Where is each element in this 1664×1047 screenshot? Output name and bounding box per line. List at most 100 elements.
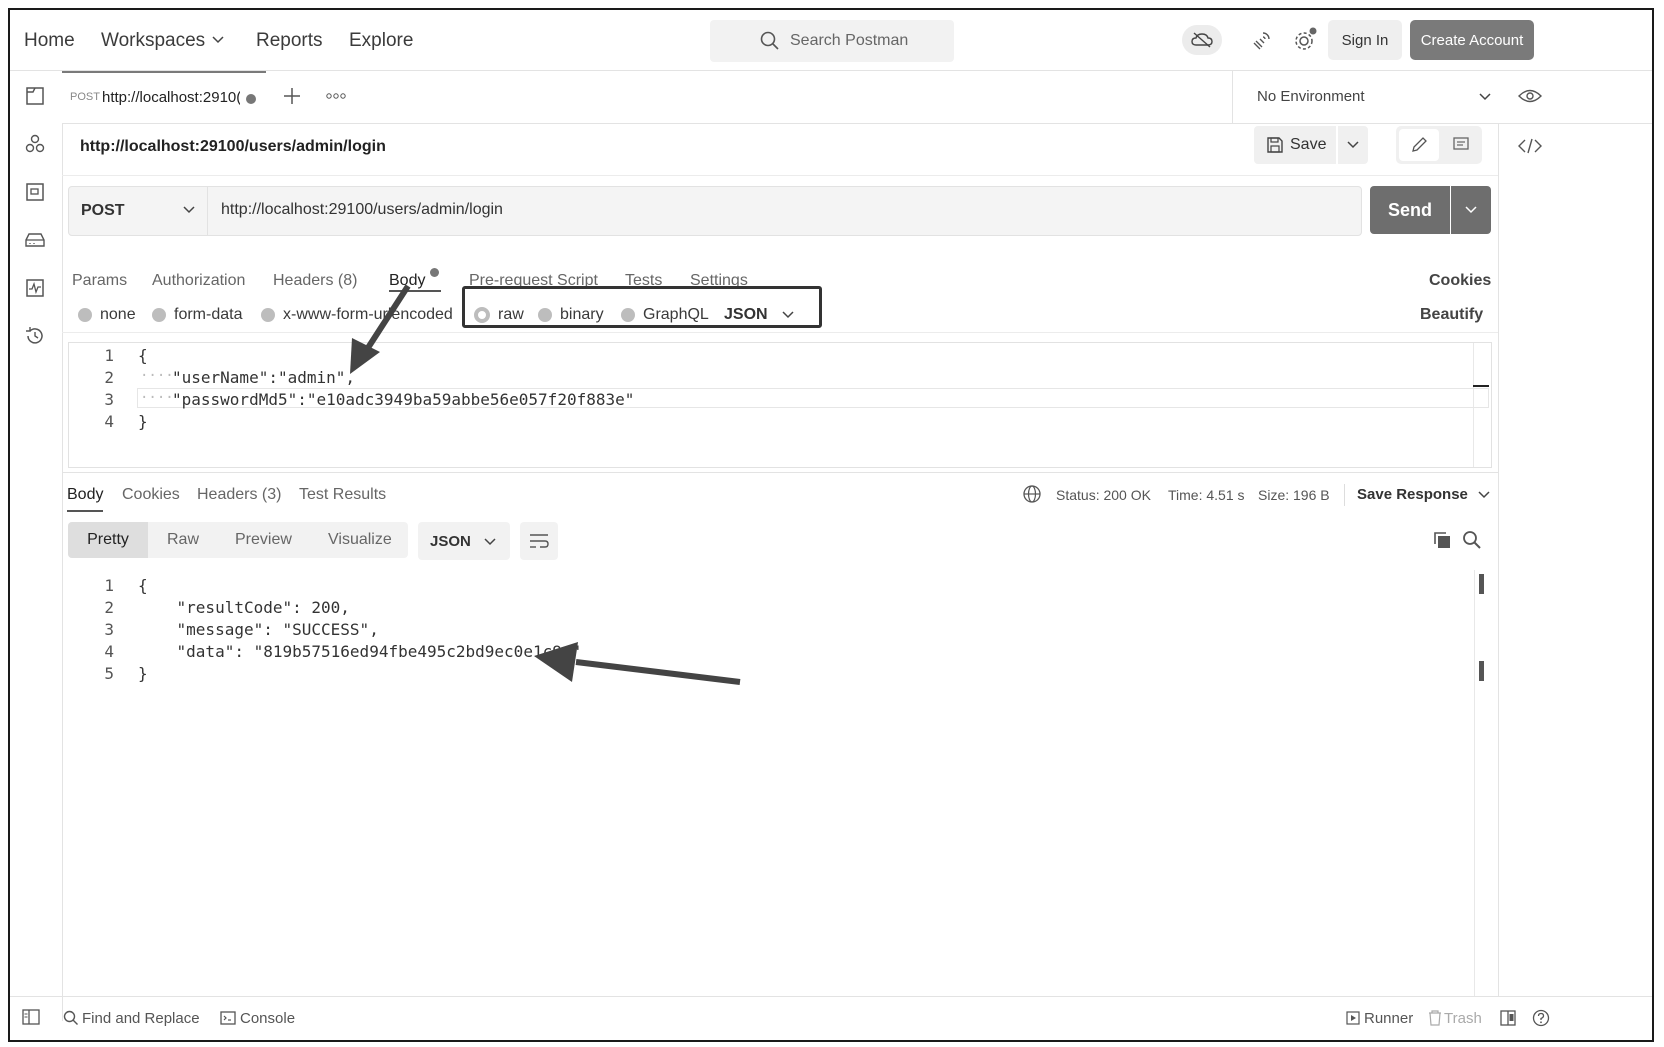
nav-workspaces[interactable]: Workspaces [101,30,205,52]
radio-label: none [100,306,136,323]
cookies-link[interactable]: Cookies [1429,272,1491,290]
chevron-down-icon [183,206,195,214]
annotation-arrow-icon [534,642,741,685]
response-view-segmented: Pretty Raw Preview Visualize [68,522,408,558]
new-tab-plus-icon[interactable] [283,87,301,105]
request-tab[interactable]: POST http://localhost:2910( [62,71,266,123]
indent-dots: ···· [140,368,174,384]
radio-label: form-data [174,306,243,323]
search-box[interactable]: Search Postman [710,20,954,62]
save-button[interactable]: Save [1254,126,1336,164]
body-format-select[interactable]: JSON [724,306,794,324]
view-preview[interactable]: Preview [235,531,292,549]
line-number: 1 [104,346,114,365]
two-pane-layout-icon[interactable] [1500,1010,1516,1026]
response-tab-headers[interactable]: Headers (3) [197,486,281,504]
radio-circle [152,308,166,322]
radio-raw[interactable]: raw [474,306,524,324]
nav-reports[interactable]: Reports [256,30,323,52]
view-visualize[interactable]: Visualize [328,531,392,549]
chevron-down-icon[interactable] [212,36,224,44]
edit-pencil-icon[interactable] [1399,129,1439,161]
indent-dots: ···· [140,390,174,406]
response-size: Size: 196 B [1258,487,1330,503]
response-scrollbar-track [1474,570,1475,996]
response-scrollbar-thumb[interactable] [1479,574,1484,594]
send-options-dropdown[interactable] [1451,186,1491,234]
nav-explore[interactable]: Explore [349,30,413,52]
radio-label: binary [560,306,604,323]
environment-quick-look-eye-icon[interactable] [1518,88,1542,104]
radio-none[interactable]: none [78,306,136,324]
url-input[interactable]: http://localhost:29100/users/admin/login [221,201,503,219]
request-title[interactable]: http://localhost:29100/users/admin/login [80,138,386,156]
save-disk-icon [1267,137,1283,153]
divider [1344,484,1345,506]
format-label: JSON [724,306,768,323]
comments-icon[interactable] [1442,129,1480,161]
runner-button[interactable]: Runner [1364,1010,1413,1027]
create-account-button[interactable]: Create Account [1410,20,1534,60]
url-bar: POST http://localhost:29100/users/admin/… [68,186,1362,236]
wrap-lines-icon[interactable] [520,522,558,560]
console-button[interactable]: Console [240,1010,295,1027]
line-number: 2 [104,598,114,617]
more-tabs-icon[interactable] [326,92,346,100]
satellite-icon[interactable] [1250,29,1272,51]
divider [62,472,1498,473]
view-pretty[interactable]: Pretty [68,522,148,558]
radio-binary[interactable]: binary [538,306,604,324]
globe-icon[interactable] [1022,484,1042,504]
tab-method: POST [70,91,100,103]
collections-icon[interactable] [22,83,48,109]
environments-icon[interactable] [22,179,48,205]
search-icon[interactable] [1462,530,1482,550]
radio-form-data[interactable]: form-data [152,306,242,324]
body-active-dot-icon [430,268,439,277]
right-panel-divider [1498,123,1499,996]
apis-icon[interactable] [22,131,48,157]
environment-selector[interactable]: No Environment [1233,71,1503,121]
response-code-line: } [138,664,148,683]
line-number: 2 [104,368,114,387]
radio-circle [261,308,275,322]
send-button[interactable]: Send [1370,186,1450,234]
chevron-down-icon [1465,206,1477,214]
tab-authorization[interactable]: Authorization [152,272,245,290]
sync-offline-icon[interactable] [1182,25,1222,55]
format-label: JSON [430,533,471,550]
mock-servers-icon[interactable] [22,227,48,253]
help-icon[interactable] [1532,1009,1550,1027]
line-number: 4 [104,642,114,661]
view-raw[interactable]: Raw [167,531,199,549]
settings-gear-icon[interactable] [1292,27,1318,53]
response-code-line: { [138,576,148,595]
response-tab-body[interactable]: Body [67,486,103,504]
line-number: 3 [104,390,114,409]
beautify-button[interactable]: Beautify [1420,306,1483,324]
history-icon[interactable] [22,323,48,349]
environment-label: No Environment [1257,88,1365,105]
search-icon [760,31,779,50]
monitors-icon[interactable] [22,275,48,301]
runner-play-icon [1346,1011,1360,1025]
trash-button[interactable]: Trash [1444,1010,1482,1027]
nav-home[interactable]: Home [24,30,75,52]
save-response-button[interactable]: Save Response [1357,486,1490,503]
response-tab-cookies[interactable]: Cookies [122,486,180,504]
response-code-line: "data": "819b57516ed94fbe495c2bd9ec0e1c9… [138,642,582,661]
response-format-select[interactable]: JSON [418,522,510,560]
sign-in-button[interactable]: Sign In [1328,20,1402,60]
response-tab-test-results[interactable]: Test Results [299,486,386,504]
toggle-sidebar-icon[interactable] [22,1009,40,1025]
response-scrollbar-marker [1479,661,1484,681]
copy-icon[interactable] [1432,530,1452,550]
save-options-dropdown[interactable] [1338,126,1368,164]
find-and-replace-button[interactable]: Find and Replace [82,1010,200,1027]
method-select[interactable]: POST [69,187,208,235]
code-line: "userName":"admin", [172,368,356,387]
line-number: 3 [104,620,114,639]
radio-graphql[interactable]: GraphQL [621,306,709,324]
tab-params[interactable]: Params [72,272,127,290]
code-snippet-icon[interactable] [1518,138,1542,154]
